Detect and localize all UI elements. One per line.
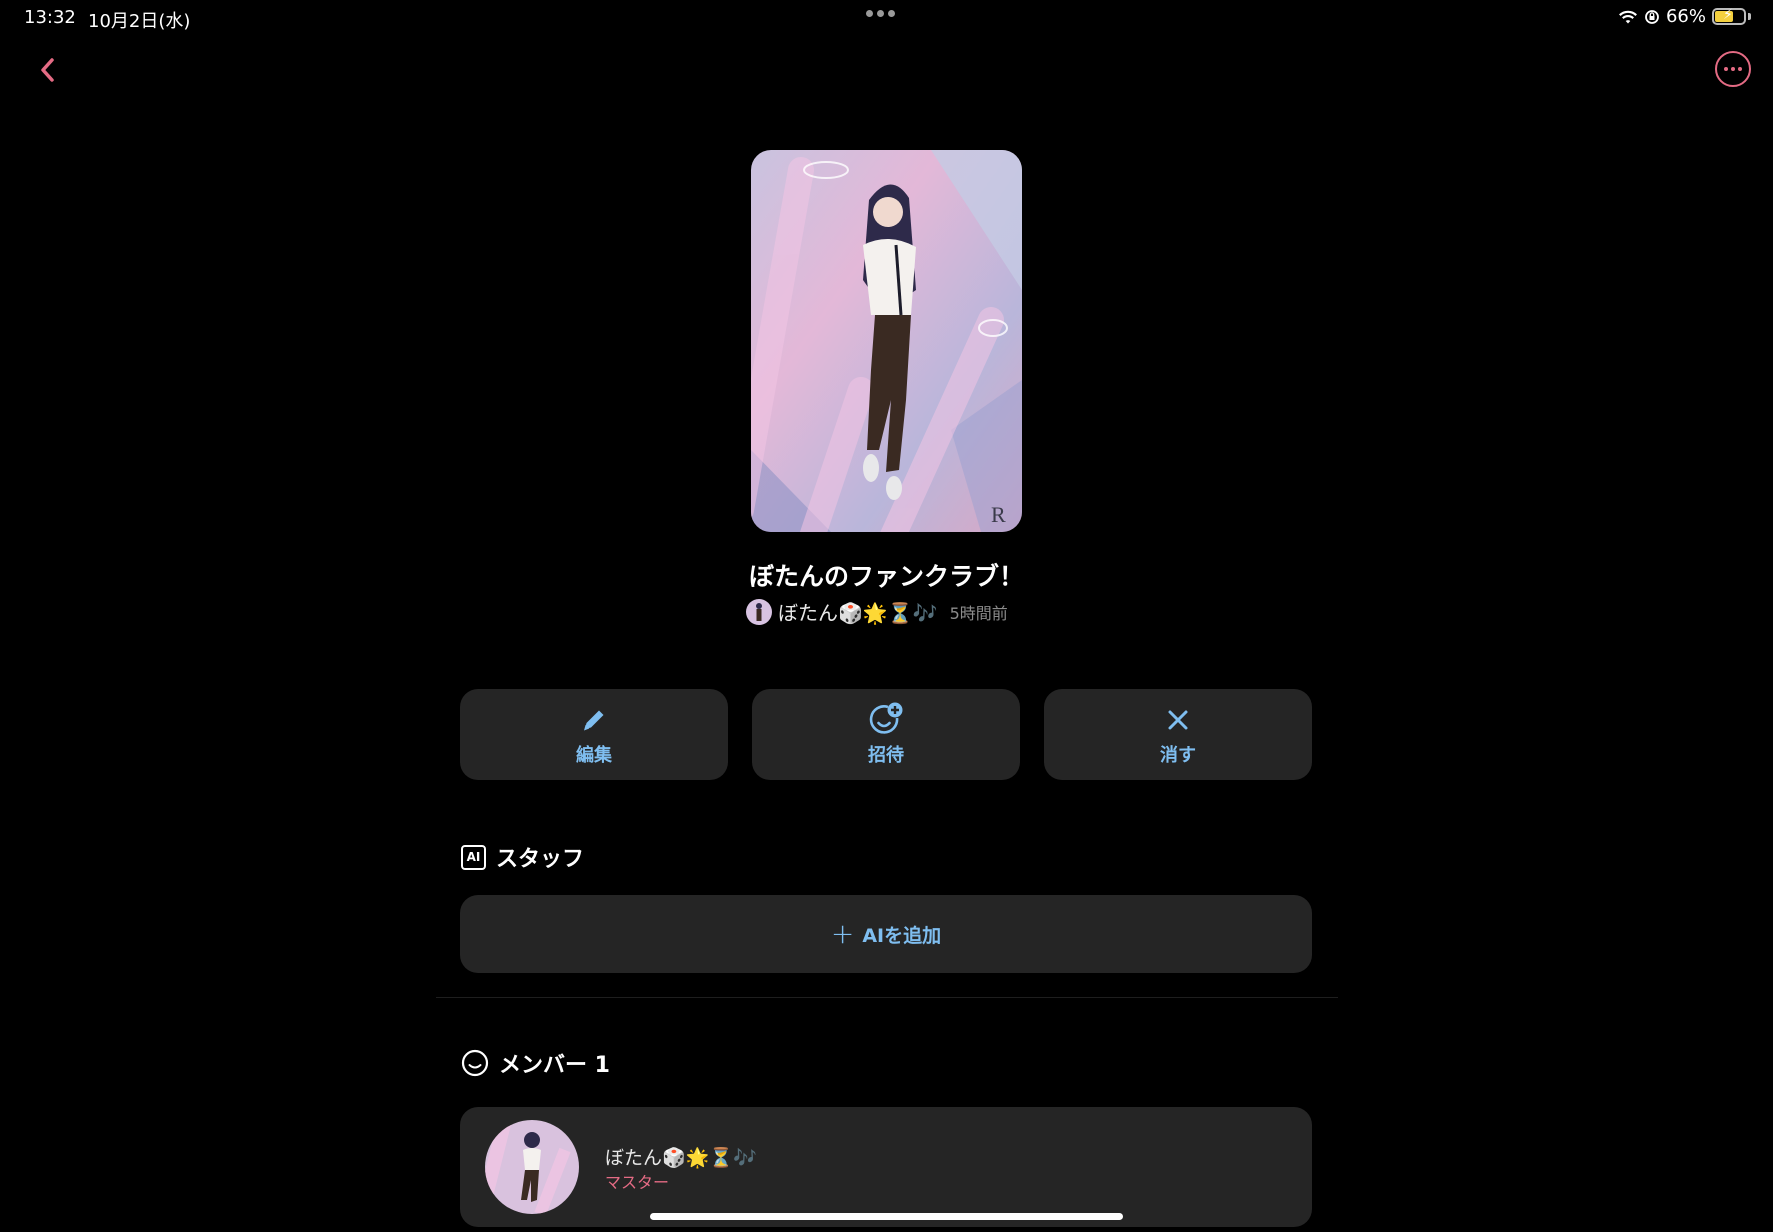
svg-text:R: R <box>991 502 1006 527</box>
member-role: マスター <box>605 1173 670 1192</box>
club-title: ぼたんのファンクラブ！ <box>748 562 1024 591</box>
more-options-button[interactable] <box>1715 51 1751 87</box>
screen: 13:32 10月2日(水) 66% ⚡ R ぼたんのファンクラブ！ ぼたん🎲🌟… <box>0 0 1773 1232</box>
home-indicator[interactable] <box>650 1213 1123 1220</box>
member-row[interactable]: ぼたん🎲🌟⏳🎶 マスター <box>460 1107 1312 1227</box>
edit-label: 編集 <box>576 744 612 766</box>
posted-time: 5時間前 <box>949 603 1008 623</box>
battery-percent: 66% <box>1665 6 1706 27</box>
members-title: メンバー 1 <box>499 1053 610 1078</box>
add-ai-label: AIを追加 <box>862 924 942 947</box>
chevron-left-icon <box>41 58 54 82</box>
action-buttons: 編集 招待 消す <box>460 689 1312 780</box>
delete-label: 消す <box>1160 744 1196 766</box>
smile-face-icon <box>461 1049 489 1077</box>
invite-button[interactable]: 招待 <box>752 689 1020 780</box>
invite-label: 招待 <box>868 744 904 766</box>
plus-icon: + <box>830 917 855 950</box>
section-divider <box>436 997 1338 998</box>
status-bar: 13:32 10月2日(水) 66% ⚡ <box>0 0 1773 36</box>
club-cover-image[interactable]: R <box>751 150 1022 532</box>
back-button[interactable] <box>30 50 66 90</box>
staff-title: スタッフ <box>496 847 585 872</box>
member-avatar[interactable] <box>485 1120 579 1214</box>
cover-illustration: R <box>751 150 1022 532</box>
add-ai-button[interactable]: + AIを追加 <box>460 895 1312 973</box>
status-date: 10月2日(水) <box>88 11 191 32</box>
orientation-lock-icon <box>1645 9 1659 24</box>
delete-button[interactable]: 消す <box>1044 689 1312 780</box>
staff-section-header: AI スタッフ <box>461 841 584 873</box>
multitasking-dots[interactable] <box>866 10 895 17</box>
close-icon <box>1168 710 1188 729</box>
member-name: ぼたん🎲🌟⏳🎶 <box>605 1147 757 1169</box>
wifi-icon <box>1619 10 1637 23</box>
members-section-header: メンバー 1 <box>461 1047 610 1079</box>
owner-name[interactable]: ぼたん🎲🌟⏳🎶 <box>778 597 938 626</box>
status-indicators: 66% ⚡ <box>1618 6 1751 27</box>
owner-avatar[interactable] <box>746 598 772 625</box>
status-time: 13:32 <box>24 7 76 28</box>
ai-icon: AI <box>461 844 486 870</box>
battery-icon: ⚡ <box>1712 7 1746 25</box>
more-horizontal-icon <box>1724 67 1728 71</box>
owner-line[interactable]: ぼたん🎲🌟⏳🎶 5時間前 <box>746 597 1008 626</box>
pencil-icon <box>584 710 604 730</box>
add-person-icon <box>869 702 903 734</box>
edit-button[interactable]: 編集 <box>460 689 728 780</box>
